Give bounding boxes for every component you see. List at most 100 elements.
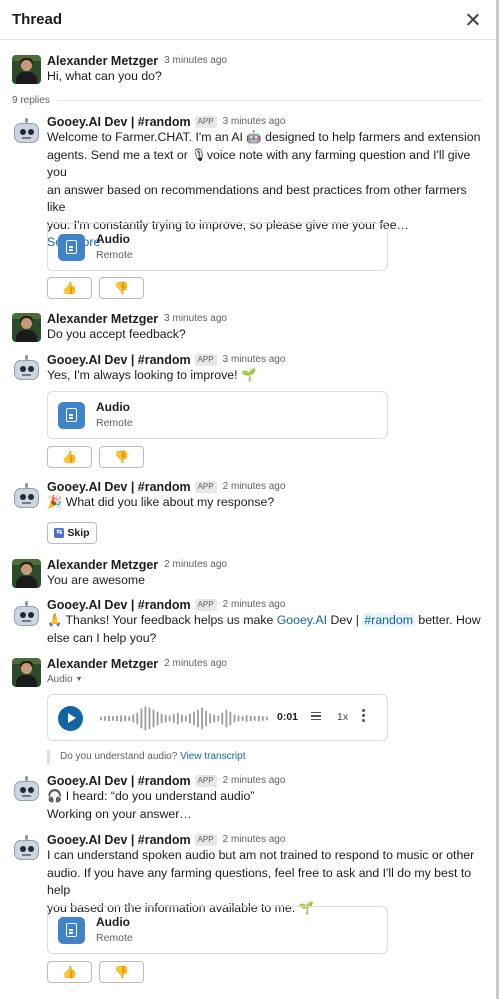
message-text: Do you accept feedback? <box>47 327 186 341</box>
file-icon <box>58 917 85 944</box>
avatar[interactable] <box>12 117 41 146</box>
app-badge: APP <box>194 598 217 611</box>
message: Gooey.AI Dev | #random APP 2 minutes ago 🎉… <box>47 479 487 512</box>
author-name[interactable]: Alexander Metzger <box>47 558 158 572</box>
message-line: Welcome to Farmer.CHAT. I'm an AI 🤖 desi… <box>47 130 481 144</box>
transcript-prefix: Do you understand audio? <box>60 751 181 762</box>
message-text: Yes, I'm always looking to improve! 🌱 <box>47 368 257 382</box>
message: Gooey.AI Dev | #random APP 3 minutes ago Y… <box>47 352 487 385</box>
thumbs-up-button[interactable]: 👍 <box>47 961 92 983</box>
message-line: agents. Send me a text or 🎙voice note wi… <box>47 147 471 180</box>
avatar[interactable] <box>12 775 41 804</box>
app-badge: APP <box>194 115 217 128</box>
thumbs-down-button[interactable]: 👎 <box>99 277 144 299</box>
attachment-title: Audio <box>96 915 130 929</box>
attachment-title: Audio <box>96 400 130 414</box>
author-name[interactable]: Gooey.AI Dev | #random <box>47 598 191 612</box>
thumbs-up-button[interactable]: 👍 <box>47 277 92 299</box>
timestamp[interactable]: 3 minutes ago <box>164 313 227 324</box>
feedback-buttons: 👍 👎 <box>47 961 144 983</box>
author-name[interactable]: Gooey.AI Dev | #random <box>47 774 191 788</box>
timestamp[interactable]: 3 minutes ago <box>223 116 286 127</box>
avatar[interactable] <box>12 600 41 629</box>
thread-header: Thread <box>0 0 496 40</box>
timestamp[interactable]: 2 minutes ago <box>223 481 286 492</box>
message: Gooey.AI Dev | #random APP 2 minutes ago I… <box>47 832 487 917</box>
audio-label: Audio <box>47 674 73 685</box>
author-name[interactable]: Gooey.AI Dev | #random <box>47 480 191 494</box>
avatar[interactable] <box>12 55 41 84</box>
replies-count: 9 replies <box>12 95 50 106</box>
text-segment: better. How <box>414 613 481 627</box>
author-name[interactable]: Alexander Metzger <box>47 54 158 68</box>
message: Alexander Metzger 2 minutes ago You are a… <box>47 557 487 590</box>
timestamp[interactable]: 3 minutes ago <box>223 354 286 365</box>
timestamp[interactable]: 2 minutes ago <box>223 775 286 786</box>
message: Gooey.AI Dev | #random APP 2 minutes ago 🎧… <box>47 773 487 823</box>
message-text: 🎉 What did you like about my response? <box>47 495 275 509</box>
file-icon <box>58 234 85 261</box>
thumbs-up-button[interactable]: 👍 <box>47 446 92 468</box>
attachment-subtitle: Remote <box>96 417 133 429</box>
message-line: I can understand spoken audio but am not… <box>47 848 475 862</box>
text-segment: 🙏 Thanks! Your feedback helps us make <box>47 613 277 627</box>
gooey-link[interactable]: Gooey.AI <box>277 613 327 627</box>
audio-label-toggle[interactable]: Audio ▼ <box>47 674 83 685</box>
attachment-subtitle: Remote <box>96 249 133 261</box>
author-name[interactable]: Alexander Metzger <box>47 657 158 671</box>
close-icon[interactable] <box>462 9 484 31</box>
play-icon[interactable] <box>58 706 83 731</box>
audio-player: 0:01 1x <box>47 694 388 741</box>
more-options-icon[interactable] <box>362 709 366 724</box>
message-line: audio. If you have any farming questions… <box>47 865 472 898</box>
chevron-down-icon: ▼ <box>75 676 83 683</box>
timestamp[interactable]: 3 minutes ago <box>164 55 227 66</box>
timestamp[interactable]: 2 minutes ago <box>164 559 227 570</box>
thumbs-down-button[interactable]: 👎 <box>99 961 144 983</box>
author-name[interactable]: Alexander Metzger <box>47 312 158 326</box>
avatar[interactable] <box>12 354 41 383</box>
app-badge: APP <box>194 774 217 787</box>
avatar[interactable] <box>12 559 41 588</box>
replies-divider: 9 replies <box>12 95 482 106</box>
message: Alexander Metzger 3 minutes ago Do you ac… <box>47 311 487 344</box>
avatar[interactable] <box>12 658 41 687</box>
avatar[interactable] <box>12 482 41 511</box>
waveform[interactable] <box>100 705 270 732</box>
message-line: Working on your answer… <box>47 806 192 821</box>
message-line: an answer based on recommendations and b… <box>47 182 467 215</box>
audio-attachment[interactable]: Audio Remote <box>47 906 388 954</box>
message-text: Hi, what can you do? <box>47 69 162 83</box>
channel-link[interactable]: #random <box>362 613 415 627</box>
audio-attachment[interactable]: Audio Remote <box>47 223 388 271</box>
message-line: 🎧 I heard: “do you understand audio” <box>47 789 255 803</box>
skip-label: Skip <box>67 527 90 539</box>
attachment-subtitle: Remote <box>96 932 133 944</box>
avatar[interactable] <box>12 834 41 863</box>
playback-speed[interactable]: 1x <box>337 711 348 723</box>
thumbs-down-button[interactable]: 👎 <box>99 446 144 468</box>
timestamp[interactable]: 2 minutes ago <box>223 599 286 610</box>
attachment-title: Audio <box>96 232 130 246</box>
avatar[interactable] <box>12 313 41 342</box>
message: Alexander Metzger 2 minutes ago <box>47 656 487 671</box>
app-badge: APP <box>194 353 217 366</box>
message-text: 🙏 Thanks! Your feedback helps us make Go… <box>47 612 487 630</box>
skip-button[interactable]: ⇆ Skip <box>47 522 97 544</box>
message-text: You are awesome <box>47 573 145 587</box>
audio-attachment[interactable]: Audio Remote <box>47 391 388 439</box>
timestamp[interactable]: 2 minutes ago <box>164 658 227 669</box>
app-badge: APP <box>194 833 217 846</box>
message-line: else can I help you? <box>47 630 157 645</box>
author-name[interactable]: Gooey.AI Dev | #random <box>47 353 191 367</box>
timestamp[interactable]: 2 minutes ago <box>223 834 286 845</box>
feedback-buttons: 👍 👎 <box>47 277 144 299</box>
transcript-lines-icon[interactable] <box>311 712 321 720</box>
author-name[interactable]: Gooey.AI Dev | #random <box>47 115 191 129</box>
app-badge: APP <box>194 480 217 493</box>
author-name[interactable]: Gooey.AI Dev | #random <box>47 833 191 847</box>
message: Gooey.AI Dev | #random APP 2 minutes ago 🙏… <box>47 597 487 647</box>
text-segment: Dev | <box>327 613 363 627</box>
view-transcript-link[interactable]: View transcript <box>180 751 245 762</box>
duration: 0:01 <box>277 711 299 723</box>
